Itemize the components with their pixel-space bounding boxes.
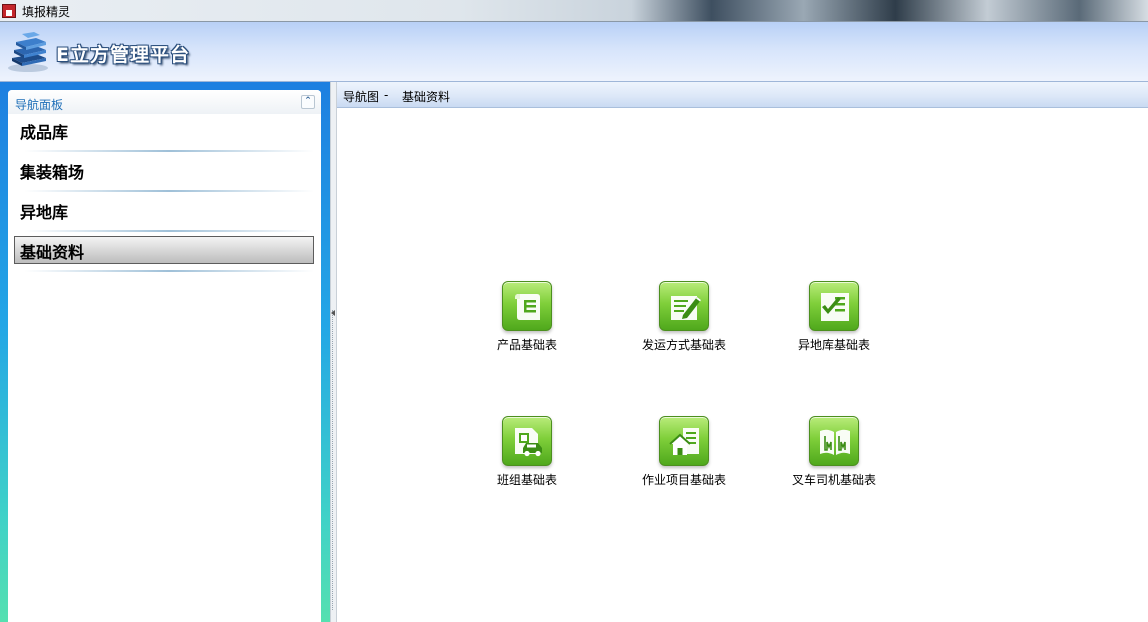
tile-label[interactable]: 异地库基础表 [774,336,894,353]
breadcrumb-root[interactable]: 导航图 [343,88,379,105]
tile-work-item-table[interactable]: 作业项目基础表 [624,416,744,496]
nav-panel-title: 导航面板 [15,98,64,112]
main-content: 导航图 - 基础资料 产品基础表 发运方式基础表 异地库基础表 班组基础表 作业… [337,82,1148,622]
nav-item-basic-data[interactable]: 基础资料 [14,236,314,264]
panel-splitter[interactable] [330,82,337,622]
document-list-icon[interactable] [502,281,552,331]
breadcrumb-separator: - [384,88,389,102]
open-book-icon[interactable] [809,416,859,466]
breadcrumb-current: 基础资料 [402,90,451,104]
nav-frame: 导航面板 ⌃ 成品库 集装箱场 异地库 基础资料 [0,82,330,622]
tile-label[interactable]: 产品基础表 [467,336,587,353]
nav-item-label: 基础资料 [20,243,85,262]
car-document-icon[interactable] [502,416,552,466]
tile-team-table[interactable]: 班组基础表 [467,416,587,496]
header-banner: E立方管理平台 [0,22,1148,82]
splitter-collapse-arrow-icon[interactable] [331,310,335,316]
nav-item-finished-goods[interactable]: 成品库 [14,116,314,152]
house-icon[interactable] [659,416,709,466]
tile-forklift-driver-table[interactable]: 叉车司机基础表 [774,416,894,496]
splitter-grip [332,310,336,610]
nav-item-label: 成品库 [20,123,69,142]
tile-product-basic-table[interactable]: 产品基础表 [467,281,587,361]
nav-item-container-yard[interactable]: 集装箱场 [14,156,314,192]
app-icon [2,4,16,18]
collapse-chevrons-icon[interactable]: ⌃ [301,95,315,109]
tile-label[interactable]: 班组基础表 [467,471,587,488]
nav-divider [24,150,314,152]
nav-panel-header: 导航面板 ⌃ [8,90,321,114]
tile-label[interactable]: 发运方式基础表 [624,336,744,353]
nav-item-remote-warehouse[interactable]: 异地库 [14,196,314,232]
breadcrumb: 导航图 - 基础资料 [337,82,1148,108]
nav-divider [24,270,314,272]
nav-item-label: 异地库 [20,203,69,222]
nav-item-label: 集装箱场 [20,163,85,182]
nav-divider [24,190,314,192]
tile-remote-warehouse-table[interactable]: 异地库基础表 [774,281,894,361]
nav-panel: 导航面板 ⌃ 成品库 集装箱场 异地库 基础资料 [8,90,321,622]
pencil-edit-icon[interactable] [659,281,709,331]
tile-label[interactable]: 作业项目基础表 [624,471,744,488]
tile-shipping-method-table[interactable]: 发运方式基础表 [624,281,744,361]
stacked-books-logo-icon [8,32,48,72]
window-title: 填报精灵 [22,5,71,19]
nav-divider [24,230,314,232]
brand-title: E立方管理平台 [56,44,190,66]
window-titlebar: 填报精灵 [0,0,1148,22]
checklist-icon[interactable] [809,281,859,331]
tile-label[interactable]: 叉车司机基础表 [774,471,894,488]
